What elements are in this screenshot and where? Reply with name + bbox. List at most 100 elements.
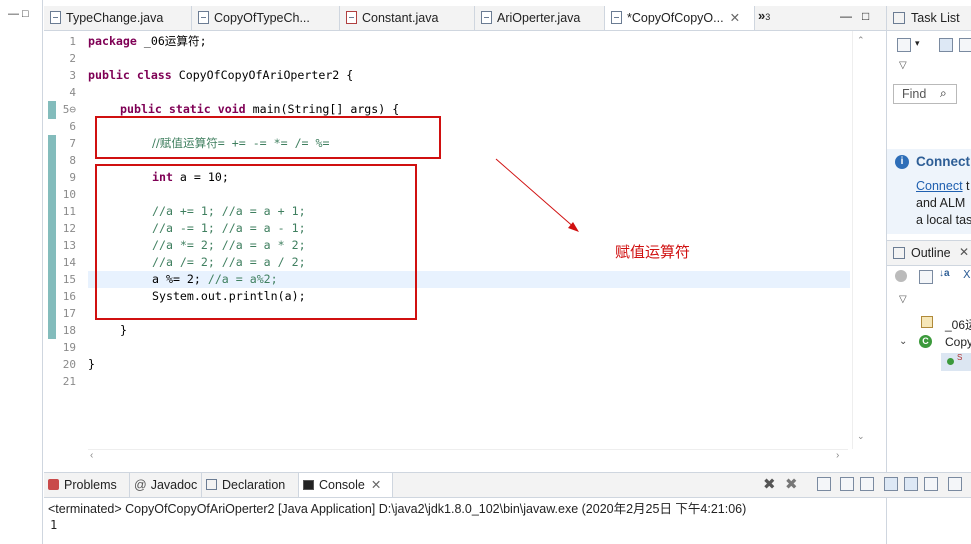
vertical-scrollbar[interactable]: ⌃ ⌄ (852, 31, 869, 449)
package-icon (921, 316, 933, 328)
open-console-icon[interactable] (948, 477, 962, 491)
find-input[interactable]: Find ⌕ (893, 84, 957, 104)
line-number: 7 (69, 137, 76, 150)
chevron-left-icon[interactable]: ‹ (90, 450, 93, 461)
annotation-arrow (495, 158, 579, 232)
connect-description: Connect t and ALM a local tas (916, 179, 971, 227)
line-number: 18 (62, 324, 76, 337)
line-number: 10 (62, 188, 76, 201)
close-icon[interactable]: ✕ (730, 11, 740, 25)
new-task-icon[interactable] (897, 38, 911, 52)
line-number: 20 (62, 358, 76, 371)
tab-overflow-button[interactable]: »3 (758, 8, 770, 23)
clear-console-icon[interactable] (840, 477, 854, 491)
scroll-lock-icon[interactable] (860, 477, 874, 491)
outline-icon (893, 247, 905, 259)
change-marker (48, 101, 56, 119)
declaration-icon (206, 479, 217, 490)
horizontal-scrollbar[interactable]: ‹ › (88, 449, 848, 464)
line-number: 6 (69, 120, 76, 133)
sort-icon[interactable]: ↓a (939, 268, 950, 279)
tab-javadoc[interactable]: @ Javadoc (130, 473, 202, 497)
tab-label: AriOperter.java (497, 11, 581, 25)
tab-label: *CopyOfCopyO... (627, 11, 724, 25)
chevron-down-icon[interactable]: ⌄ (899, 336, 907, 347)
tab-problems[interactable]: Problems (44, 473, 130, 497)
tab-console[interactable]: Console ✕ (299, 473, 393, 497)
minimize-button[interactable]: — (840, 9, 852, 23)
maximize-button[interactable]: □ (862, 9, 869, 23)
hide-static-icon[interactable]: Ⅹ (963, 268, 971, 281)
java-file-icon (611, 11, 622, 24)
line-number: 5⊖ (62, 103, 76, 116)
outline-method-row[interactable]: S (941, 353, 971, 371)
dropdown-arrow-icon[interactable]: ▾ (915, 38, 920, 49)
method-icon (947, 358, 954, 365)
right-panel: Task List ▾ ▽ Find ⌕ i Connect Connect t… (886, 6, 971, 544)
line-number: 17 (62, 307, 76, 320)
line-number: 14 (62, 256, 76, 269)
find-placeholder: Find (902, 87, 927, 101)
java-file-icon (50, 11, 61, 24)
filter-icon[interactable] (959, 38, 971, 52)
code-line-1: package _06运算符; (88, 34, 207, 48)
line-number: 9 (69, 171, 76, 184)
code-line-20: } (88, 357, 95, 371)
editor-tab-bar: TypeChange.java CopyOfTypeCh... Constant… (44, 6, 886, 31)
outline-tab-bar: Outline ✕ (887, 240, 971, 266)
outline-class[interactable]: Copy (945, 335, 971, 349)
tab-declaration[interactable]: Declaration (202, 473, 299, 497)
code-editor[interactable]: 1 2 3 4 5⊖ 6 7 8 9 10 11 12 13 14 15 16 17 18 19 20 21 packa… (44, 31, 886, 468)
line-number: 21 (62, 375, 76, 388)
search-icon[interactable]: ⌕ (940, 86, 947, 101)
remove-launch-icon[interactable]: ✖ (763, 475, 776, 493)
chevron-down-icon[interactable]: ⌄ (857, 431, 865, 442)
connect-title: Connect (916, 154, 970, 169)
terminate-icon[interactable] (817, 477, 831, 491)
view-menu-icon[interactable]: ▽ (899, 294, 907, 305)
outline-package[interactable]: _06运 (945, 316, 971, 333)
line-number: 8 (69, 154, 76, 167)
hide-fields-icon[interactable] (895, 270, 907, 282)
static-marker: S (957, 353, 963, 362)
connect-mylyn-panel: i Connect Connect t and ALM a local tas (887, 149, 971, 234)
tab-constant[interactable]: Constant.java (340, 6, 475, 30)
pin-console-icon[interactable] (924, 477, 938, 491)
chevron-right-icon[interactable]: › (836, 450, 839, 461)
close-icon[interactable]: ✕ (959, 245, 969, 259)
at-icon: @ (134, 478, 147, 492)
minimize-button[interactable]: — (8, 8, 19, 20)
connect-link[interactable]: Connect (916, 179, 963, 193)
line-number: 12 (62, 222, 76, 235)
maximize-button[interactable]: □ (22, 8, 29, 20)
console-output: 1 (50, 518, 58, 532)
class-icon: C (919, 335, 932, 348)
change-marker (48, 135, 56, 339)
tab-task-list[interactable]: Task List (911, 11, 960, 25)
overflow-count: 3 (765, 12, 771, 22)
code-line-3: public class CopyOfCopyOfAriOperter2 { (88, 68, 354, 82)
annotation-label: 赋值运算符 (615, 244, 691, 261)
tab-arioperter[interactable]: AriOperter.java (475, 6, 605, 30)
line-number: 16 (62, 290, 76, 303)
task-list-icon (893, 12, 905, 24)
line-number: 2 (69, 52, 76, 65)
tab-outline[interactable]: Outline (911, 246, 951, 260)
show-console-stdout-icon[interactable] (884, 477, 898, 491)
tab-typechange[interactable]: TypeChange.java (44, 6, 192, 30)
java-file-error-icon (346, 11, 357, 24)
chevron-up-icon[interactable]: ⌃ (857, 35, 865, 46)
remove-all-terminated-icon[interactable]: ✖ (785, 475, 798, 493)
line-number: 11 (62, 205, 76, 218)
tab-label: CopyOfTypeCh... (214, 11, 310, 25)
show-console-stderr-icon[interactable] (904, 477, 918, 491)
close-icon[interactable]: ✕ (371, 478, 381, 492)
view-menu-icon[interactable]: ▽ (899, 60, 907, 71)
categorize-icon[interactable] (939, 38, 953, 52)
collapse-all-icon[interactable] (919, 270, 933, 284)
tab-copyoftypechange[interactable]: CopyOfTypeCh... (192, 6, 340, 30)
tab-copyofcopyofarioperter2[interactable]: *CopyOfCopyO... ✕ (605, 6, 755, 30)
annotation-box-code (95, 164, 417, 320)
annotation-box-comment (95, 116, 441, 159)
java-file-icon (481, 11, 492, 24)
